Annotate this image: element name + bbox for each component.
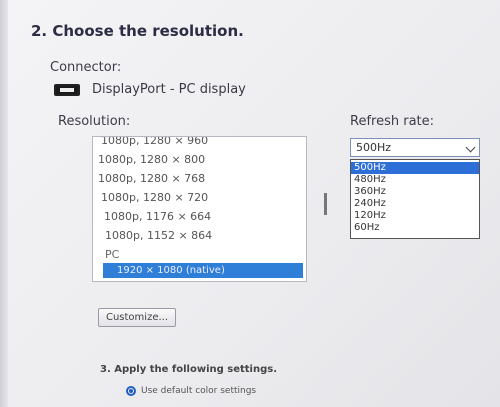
resolution-list[interactable]: 1080p, 1280 × 960 1080p, 1280 × 800 1080…: [92, 136, 307, 282]
resolution-label: Resolution:: [58, 114, 131, 129]
resolution-item[interactable]: 1080p, 1280 × 800: [93, 151, 298, 169]
resolution-item[interactable]: 1080p, 1280 × 768: [93, 170, 298, 188]
default-color-label: Use default color settings: [141, 386, 257, 396]
refresh-option[interactable]: 120Hz: [351, 210, 479, 222]
left-border: [0, 0, 8, 407]
radio-selected-icon[interactable]: [126, 386, 136, 396]
customize-button[interactable]: Customize...: [98, 308, 176, 327]
refresh-option[interactable]: 360Hz: [351, 186, 479, 198]
resolution-item[interactable]: 1080p, 1176 × 664: [93, 208, 298, 226]
refresh-rate-value: 500Hz: [356, 141, 392, 154]
resolution-item[interactable]: 1080p, 1280 × 720: [93, 189, 298, 207]
chevron-down-icon[interactable]: [465, 142, 476, 153]
resolution-item[interactable]: 1080p, 1152 × 864: [93, 227, 298, 245]
refresh-option[interactable]: 480Hz: [351, 174, 479, 186]
connector-row: DisplayPort - PC display: [54, 82, 246, 97]
refresh-rate-dropdown[interactable]: 500Hz 480Hz 360Hz 240Hz 120Hz 60Hz: [350, 159, 480, 239]
default-color-radio-row[interactable]: Use default color settings: [126, 386, 256, 396]
resolution-item-selected[interactable]: 1920 × 1080 (native): [103, 263, 303, 278]
resolution-item[interactable]: 1080p, 1280 × 960: [93, 137, 298, 150]
displayport-icon: [54, 83, 80, 96]
refresh-option[interactable]: 240Hz: [351, 198, 479, 210]
refresh-option-selected[interactable]: 500Hz: [351, 162, 479, 174]
connector-label: Connector:: [50, 60, 122, 75]
refresh-rate-select[interactable]: 500Hz: [350, 138, 480, 157]
section-title: 2. Choose the resolution.: [31, 22, 244, 40]
apply-settings-title: 3. Apply the following settings.: [100, 364, 278, 375]
refresh-rate-label: Refresh rate:: [350, 114, 435, 129]
resolution-scrollbar[interactable]: [324, 193, 327, 215]
resolution-group-pc: PC: [105, 248, 120, 261]
refresh-option[interactable]: 60Hz: [351, 222, 479, 234]
connector-value: DisplayPort - PC display: [92, 82, 246, 97]
